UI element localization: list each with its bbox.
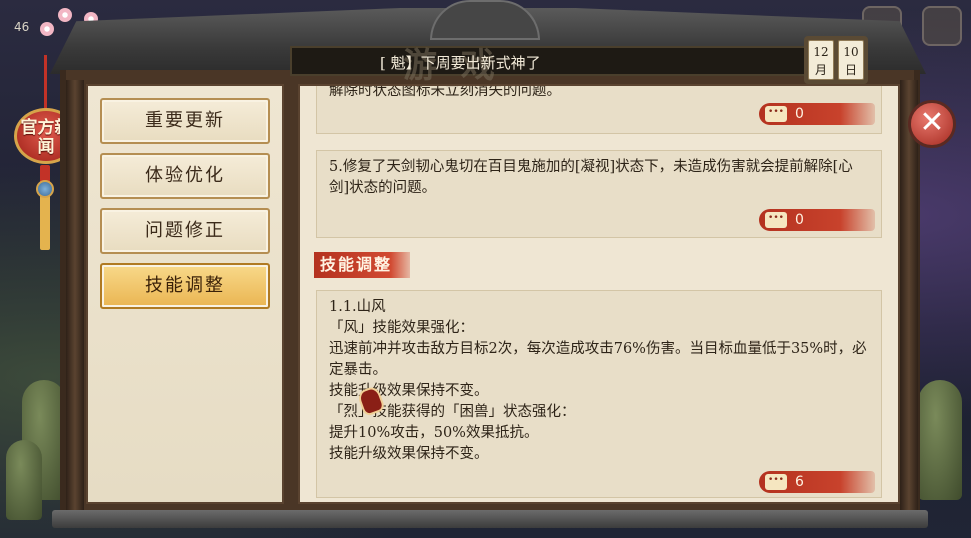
comment-count: 6 (795, 474, 804, 490)
tab-label: 重要更新 (145, 110, 225, 131)
frame-bottom-beam (52, 510, 928, 528)
title-bar (290, 46, 810, 76)
skill-line: 1.1.山风 (329, 299, 386, 315)
lantern-tassel (40, 165, 50, 250)
tab-bug-fixes[interactable]: 问题修正 (100, 208, 270, 254)
note-text: 解除时状态图标未立刻消失的问题。 (329, 84, 561, 99)
skill-line: 迅速前冲并攻击敌方目标2次，每次造成攻击76%伤害。当目标血量低于35%时，必定… (329, 341, 867, 378)
news-headline[interactable]: [ 魁】下周要出新式神了 (380, 52, 541, 73)
tab-label: 技能调整 (145, 275, 225, 296)
note-text: 5.修复了天剑韧心鬼切在百目鬼施加的[凝视]状态下，未造成伤害就会提前解除[心剑… (329, 159, 853, 196)
cactus-decoration (918, 380, 962, 500)
blossom-decoration (40, 22, 54, 36)
close-button[interactable]: ✕ (908, 100, 956, 148)
frame-pillar (900, 80, 918, 520)
comment-icon: ••• (765, 474, 787, 490)
lantern-string (44, 55, 47, 110)
list-item: 解除时状态图标未立刻消失的问题。 ••• 0 (316, 84, 882, 134)
frame-pillar (66, 80, 84, 520)
tab-experience-optimization[interactable]: 体验优化 (100, 153, 270, 199)
lantern-knot (36, 180, 54, 198)
comment-count: 0 (795, 106, 804, 122)
list-item: 5.修复了天剑韧心鬼切在百目鬼施加的[凝视]状态下，未造成伤害就会提前解除[心剑… (316, 150, 882, 238)
comment-icon: ••• (765, 212, 787, 228)
skill-line: 技能升级效果保持不变。 (329, 446, 489, 462)
skill-line: 技能升级效果保持不变。 (329, 383, 489, 399)
skill-card: 1.1.山风 「风」技能效果强化： 迅速前冲并攻击敌方目标2次，每次造成攻击76… (316, 290, 882, 498)
skill-line: 提升10%攻击，50%效果抵抗。 (329, 425, 539, 441)
skill-line: 「烈」技能获得的「困兽」状态强化： (329, 404, 576, 420)
comment-icon: ••• (765, 106, 787, 122)
section-title: 技能调整 (314, 252, 410, 278)
tab-important-updates[interactable]: 重要更新 (100, 98, 270, 144)
tab-label: 体验优化 (145, 165, 225, 186)
status-counter: 46 (14, 20, 30, 34)
comment-button[interactable]: ••• 0 (759, 103, 875, 125)
content-panel[interactable]: 解除时状态图标未立刻消失的问题。 ••• 0 5.修复了天剑韧心鬼切在百目鬼施加… (298, 84, 900, 504)
calendar-month: 12 月 (808, 40, 834, 80)
comment-button[interactable]: ••• 6 (759, 471, 875, 493)
chat-icon[interactable] (922, 6, 962, 46)
cactus-decoration (6, 440, 42, 520)
category-sidebar: 重要更新 体验优化 问题修正 技能调整 (86, 84, 284, 504)
blossom-decoration (58, 8, 72, 22)
comment-count: 0 (795, 212, 804, 228)
tab-skill-adjustments[interactable]: 技能调整 (100, 263, 270, 309)
comment-button[interactable]: ••• 0 (759, 209, 875, 231)
calendar-day: 10 日 (838, 40, 864, 80)
skill-line: 「风」技能效果强化： (329, 320, 474, 336)
tab-label: 问题修正 (145, 220, 225, 241)
calendar-icon[interactable]: 12 月 10 日 (804, 36, 868, 84)
close-icon: ✕ (919, 105, 945, 140)
